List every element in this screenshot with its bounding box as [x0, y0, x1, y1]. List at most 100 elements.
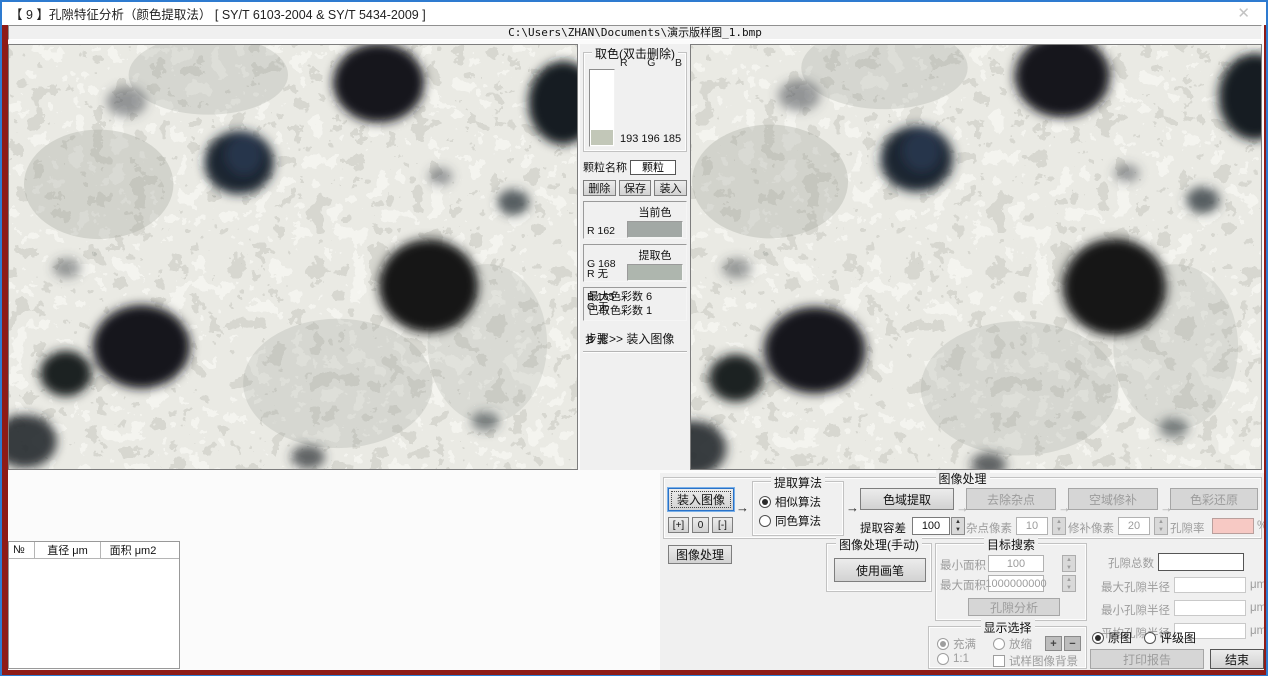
radio-one-to-one[interactable]: 1:1: [937, 653, 969, 665]
min-area-label: 最小面积: [940, 557, 986, 573]
checkbox-icon: [993, 655, 1005, 667]
print-report-button[interactable]: 打印报告: [1090, 649, 1204, 669]
tolerance-value[interactable]: 100: [912, 517, 950, 535]
pore-table-header: № 直径 μm 面积 μm2: [9, 542, 179, 559]
spatial-repair-button[interactable]: 空域修补: [1068, 488, 1158, 510]
spinner-down-icon[interactable]: ▼: [1053, 526, 1065, 534]
window-content: C:\Users\ZHAN\Documents\演示版样图_1.bmp 取色(双…: [2, 25, 1266, 675]
spinner-up-icon[interactable]: ▲: [1063, 556, 1075, 564]
algorithm-group-label: 提取算法: [771, 474, 825, 491]
flow-arrow-icon: →: [846, 500, 859, 515]
porosity-unit: %: [1257, 520, 1264, 532]
porosity-value-field[interactable]: [1212, 518, 1254, 534]
file-path-bar: C:\Users\ZHAN\Documents\演示版样图_1.bmp: [8, 25, 1262, 40]
min-area-value[interactable]: 100: [988, 555, 1044, 572]
min-radius-field[interactable]: [1174, 600, 1246, 616]
checkbox-sample-background[interactable]: 试样图像背景: [993, 653, 1078, 669]
algorithm-group: 提取算法 相似算法 同色算法: [752, 481, 844, 536]
zoom-reset-button[interactable]: 0: [692, 517, 709, 533]
extract-color-panel: R 无 G 无 B 无 提取色: [583, 244, 687, 282]
radio-graded-image[interactable]: 评级图: [1144, 629, 1196, 646]
radio-icon: [1144, 632, 1156, 644]
title-bar: 【 9 】孔隙特征分析（颜色提取法） [ SY/T 6103-2004 & SY…: [2, 2, 1266, 24]
remove-noise-button[interactable]: 去除杂点: [966, 488, 1056, 510]
radio-label: 评级图: [1160, 629, 1196, 646]
thin-section-image-right[interactable]: [691, 45, 1261, 469]
color-restore-button[interactable]: 色彩还原: [1170, 488, 1258, 510]
pore-total-label: 孔隙总数: [1090, 555, 1154, 571]
delete-color-button[interactable]: 删除: [583, 180, 616, 196]
max-area-value[interactable]: 1000000000: [988, 575, 1044, 592]
spinner-down-icon[interactable]: ▼: [1155, 526, 1167, 534]
radio-icon: [759, 515, 771, 527]
noise-pixels-spinner[interactable]: 10 ▲▼: [1016, 517, 1066, 535]
min-area-spinner[interactable]: 100: [988, 555, 1044, 572]
extract-color-swatch: [627, 264, 683, 281]
noise-pixels-value[interactable]: 10: [1016, 517, 1048, 535]
use-brush-button[interactable]: 使用画笔: [834, 558, 926, 582]
gamut-extract-button[interactable]: 色域提取: [860, 488, 954, 510]
max-area-spin-buttons[interactable]: ▲▼: [1062, 575, 1076, 592]
header-diameter: 直径 μm: [35, 542, 101, 558]
zoom-in-button[interactable]: +: [1045, 636, 1062, 651]
thin-section-image-left[interactable]: [9, 45, 577, 469]
image-processing-group: 图像处理 装入图像 [+] 0 [-] → 提取算法 相似算法 同色算法: [663, 477, 1262, 539]
radio-fill[interactable]: 充满: [937, 636, 976, 652]
max-area-label: 最大面积: [940, 577, 986, 593]
spinner-up-icon[interactable]: ▲: [1063, 576, 1075, 584]
col-r: R: [620, 57, 628, 69]
load-color-button[interactable]: 装入: [654, 180, 687, 196]
radio-icon: [759, 496, 771, 508]
display-select-group: 显示选择 充满 放缩 + − 1:1 试样图像背景: [928, 626, 1087, 669]
tolerance-spinner[interactable]: 100 ▲▼: [912, 517, 965, 535]
spinner-up-icon[interactable]: ▲: [1053, 518, 1065, 526]
unit-um: μm: [1250, 625, 1264, 637]
display-select-label: 显示选择: [980, 619, 1034, 636]
flow-arrow-icon: →: [736, 500, 749, 515]
radio-same-color-algorithm[interactable]: 同色算法: [759, 513, 821, 529]
target-search-label: 目标搜索: [984, 536, 1038, 553]
pore-table[interactable]: № 直径 μm 面积 μm2: [8, 541, 180, 669]
spinner-up-icon[interactable]: ▲: [1155, 518, 1167, 526]
radio-label: 放缩: [1009, 636, 1032, 652]
radio-label: 同色算法: [775, 513, 821, 529]
image-process-button[interactable]: 图像处理: [668, 545, 732, 564]
zoom-minus-button[interactable]: [-]: [712, 517, 733, 533]
grain-name-input[interactable]: [630, 160, 676, 175]
unit-um: μm: [1250, 579, 1264, 591]
max-area-spinner[interactable]: 1000000000: [988, 575, 1044, 592]
repair-pixels-spinner[interactable]: 20 ▲▼: [1118, 517, 1168, 535]
zoom-out-button[interactable]: −: [1064, 636, 1081, 651]
picked-color-swatch[interactable]: [591, 130, 613, 145]
radio-zoom[interactable]: 放缩: [993, 636, 1032, 652]
working-image-view[interactable]: [690, 44, 1262, 470]
picked-color-listbox[interactable]: [589, 69, 615, 147]
spinner-down-icon[interactable]: ▼: [952, 526, 964, 534]
min-area-spin-buttons[interactable]: ▲▼: [1062, 555, 1076, 572]
source-image-view[interactable]: [8, 44, 578, 470]
pore-total-field[interactable]: [1158, 553, 1244, 571]
spinner-up-icon[interactable]: ▲: [952, 518, 964, 526]
save-color-button[interactable]: 保存: [619, 180, 652, 196]
pore-analysis-button[interactable]: 孔隙分析: [968, 598, 1060, 616]
checkbox-label: 试样图像背景: [1009, 653, 1078, 669]
extract-color-title: 提取色: [627, 247, 683, 263]
close-icon[interactable]: ✕: [1229, 4, 1258, 22]
spinner-down-icon[interactable]: ▼: [1063, 564, 1075, 572]
app-window: 【 9 】孔隙特征分析（颜色提取法） [ SY/T 6103-2004 & SY…: [0, 0, 1268, 676]
repair-pixels-value[interactable]: 20: [1118, 517, 1150, 535]
radio-label: 相似算法: [775, 494, 821, 510]
radio-similar-algorithm[interactable]: 相似算法: [759, 494, 821, 510]
tolerance-label: 提取容差: [860, 520, 906, 536]
zoom-plus-button[interactable]: [+]: [668, 517, 689, 533]
load-image-button[interactable]: 装入图像: [668, 488, 734, 511]
current-color-swatch: [627, 221, 683, 238]
radio-icon: [993, 638, 1005, 650]
image-processing-group-label: 图像处理: [935, 470, 989, 487]
max-radius-field[interactable]: [1174, 577, 1246, 593]
manual-processing-label: 图像处理(手动): [836, 536, 922, 553]
end-button[interactable]: 结束: [1210, 649, 1264, 669]
spinner-down-icon[interactable]: ▼: [1063, 584, 1075, 592]
picked-colors-group: 取色(双击删除) R G B 193 196 185: [583, 52, 687, 152]
radio-original-image[interactable]: 原图: [1092, 629, 1132, 646]
